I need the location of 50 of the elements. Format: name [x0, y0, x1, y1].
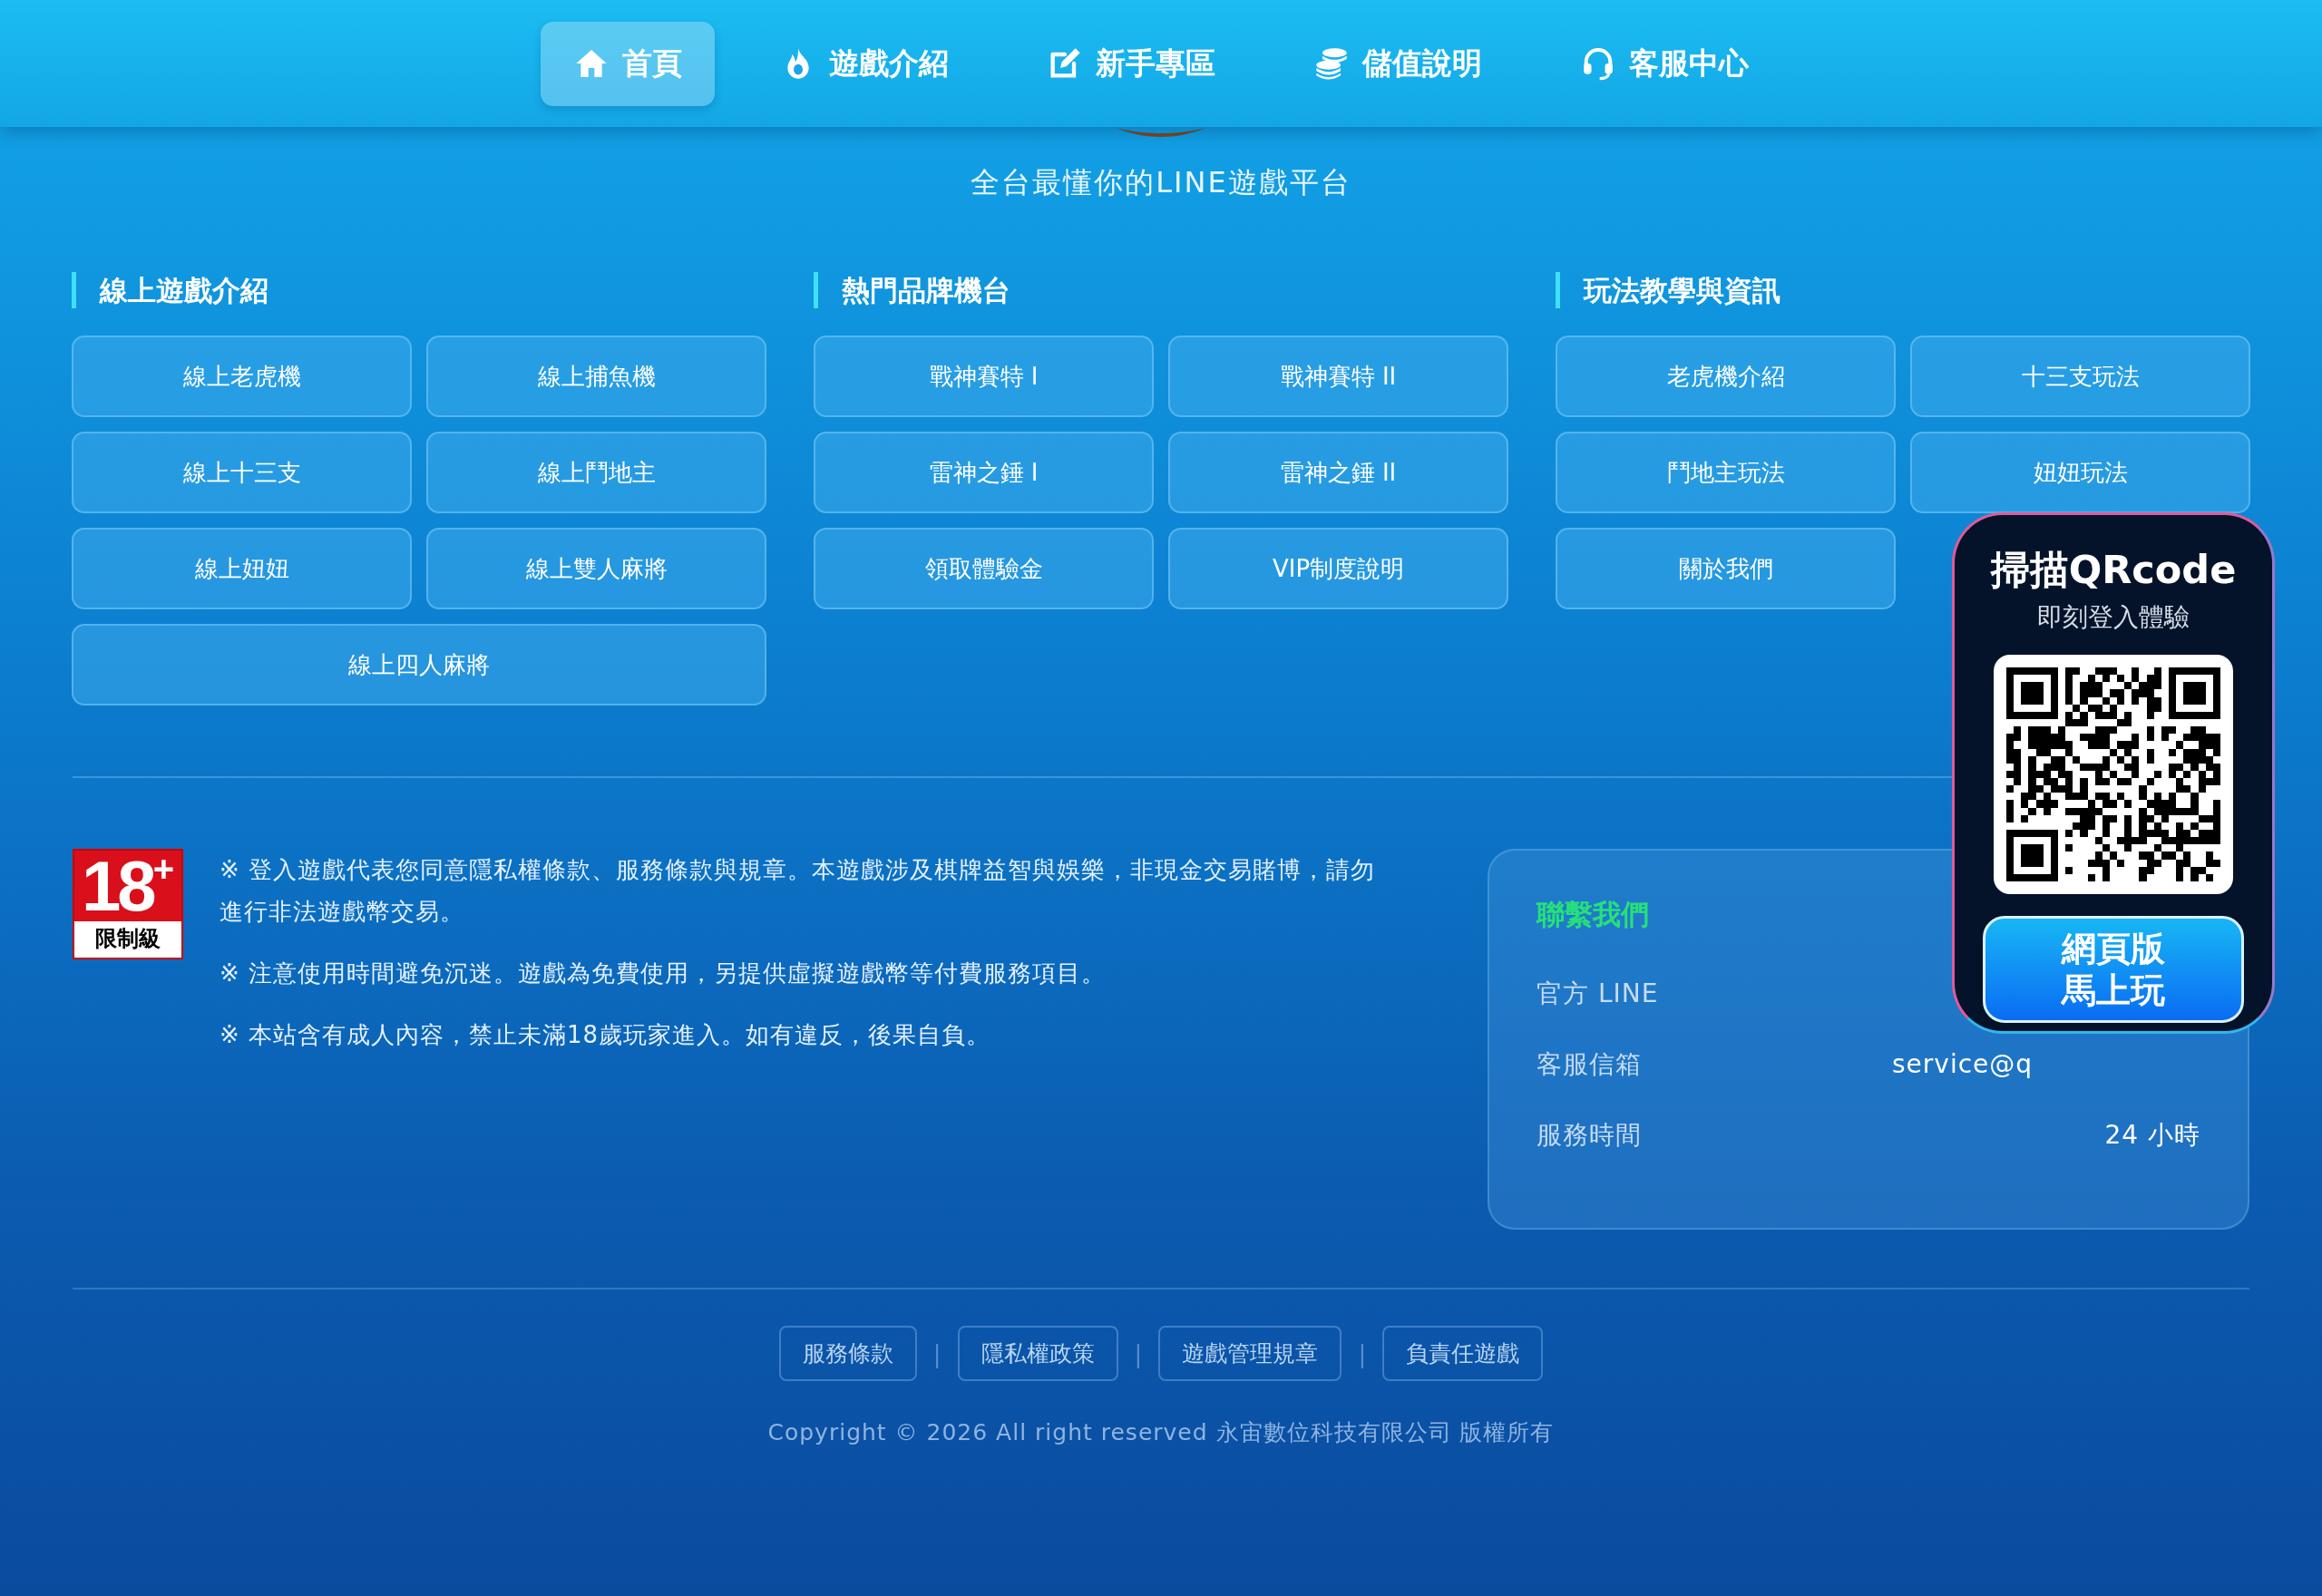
notice-text: ※ 注意使用時間避免沉迷。遊戲為免費使用，另提供虛擬遊戲幣等付費服務項目。 — [220, 959, 1107, 988]
separator: | — [1134, 1339, 1143, 1367]
footer-link[interactable]: 負責任遊戲 — [1382, 1326, 1544, 1381]
nav-tab[interactable]: 儲值說明 — [1281, 21, 1515, 106]
link-button[interactable]: 線上妞妞 — [72, 528, 412, 609]
tagline: 全台最懂你的LINE遊戲平台 — [971, 164, 1351, 201]
link-button[interactable]: 線上老虎機 — [72, 336, 412, 417]
section-title: 玩法教學與資訊 — [1556, 272, 2250, 308]
contact-label: 官方 LINE — [1537, 978, 1659, 1010]
nav-tab[interactable]: 新手專區 — [1014, 21, 1248, 106]
section-title: 熱門品牌機台 — [814, 272, 1508, 308]
contact-label: 客服信箱 — [1537, 1048, 1642, 1081]
notice-text: ※ 登入遊戲代表您同意隱私權條款、服務條款與規章。本遊戲涉及棋牌益智與娛樂，非現金交易賭博，請勿進行非法遊戲幣交易。 — [220, 855, 1377, 927]
coins-icon — [1313, 45, 1350, 82]
link-button[interactable]: 雷神之錘 I — [814, 432, 1154, 513]
link-button[interactable]: 老虎機介紹 — [1556, 336, 1896, 417]
link-button[interactable]: 線上雙人麻將 — [426, 528, 766, 609]
link-button[interactable]: 戰神賽特 I — [814, 336, 1154, 417]
link-button[interactable]: VIP制度說明 — [1168, 528, 1508, 609]
link-button[interactable]: 十三支玩法 — [1910, 336, 2250, 417]
footer-link[interactable]: 服務條款 — [778, 1326, 917, 1381]
link-button[interactable]: 雷神之錘 II — [1168, 432, 1508, 513]
play-web-button[interactable]: 網頁版 馬上玩 — [1983, 916, 2244, 1023]
contact-value: service@q — [1892, 1048, 2034, 1081]
separator: | — [932, 1339, 941, 1367]
link-button[interactable]: 關於我們 — [1556, 528, 1896, 609]
contact-label: 服務時間 — [1537, 1119, 1642, 1152]
contact-title: 聯繫我們 — [1537, 897, 1650, 932]
nav-tab[interactable]: 遊戲介紹 — [747, 21, 981, 106]
qr-code-icon — [2006, 667, 2220, 881]
link-button[interactable]: 領取體驗金 — [814, 528, 1154, 609]
age-rating-badge: 18+ 限制級 — [73, 849, 183, 959]
section-title: 線上遊戲介紹 — [72, 272, 766, 308]
notice-text: ※ 本站含有成人內容，禁止未滿18歲玩家進入。如有違反，後果自負。 — [220, 1020, 992, 1050]
nav-tab[interactable]: 客服中心 — [1547, 21, 1781, 106]
link-button[interactable]: 線上捕魚機 — [426, 336, 766, 417]
qr-title: 掃描QRcode — [1990, 546, 2237, 594]
link-button[interactable]: 線上十三支 — [72, 432, 412, 513]
link-button[interactable]: 戰神賽特 II — [1168, 336, 1508, 417]
contact-value: 24 小時 — [2104, 1119, 2200, 1152]
separator: | — [1358, 1339, 1367, 1367]
link-button[interactable]: 線上鬥地主 — [426, 432, 766, 513]
nav-tab[interactable]: 首頁 — [541, 21, 715, 106]
footer-link[interactable]: 隱私權政策 — [957, 1326, 1118, 1381]
link-button[interactable]: 鬥地主玩法 — [1556, 432, 1896, 513]
qr-subtitle: 即刻登入體驗 — [2037, 601, 2190, 634]
link-button[interactable]: 妞妞玩法 — [1910, 432, 2250, 513]
footer-link[interactable]: 遊戲管理規章 — [1158, 1326, 1342, 1381]
link-button[interactable]: 線上四人麻將 — [72, 624, 766, 706]
copyright-text: Copyright © 2026 All right reserved 永宙數位科技有限公司 版權所有 — [767, 1418, 1555, 1447]
